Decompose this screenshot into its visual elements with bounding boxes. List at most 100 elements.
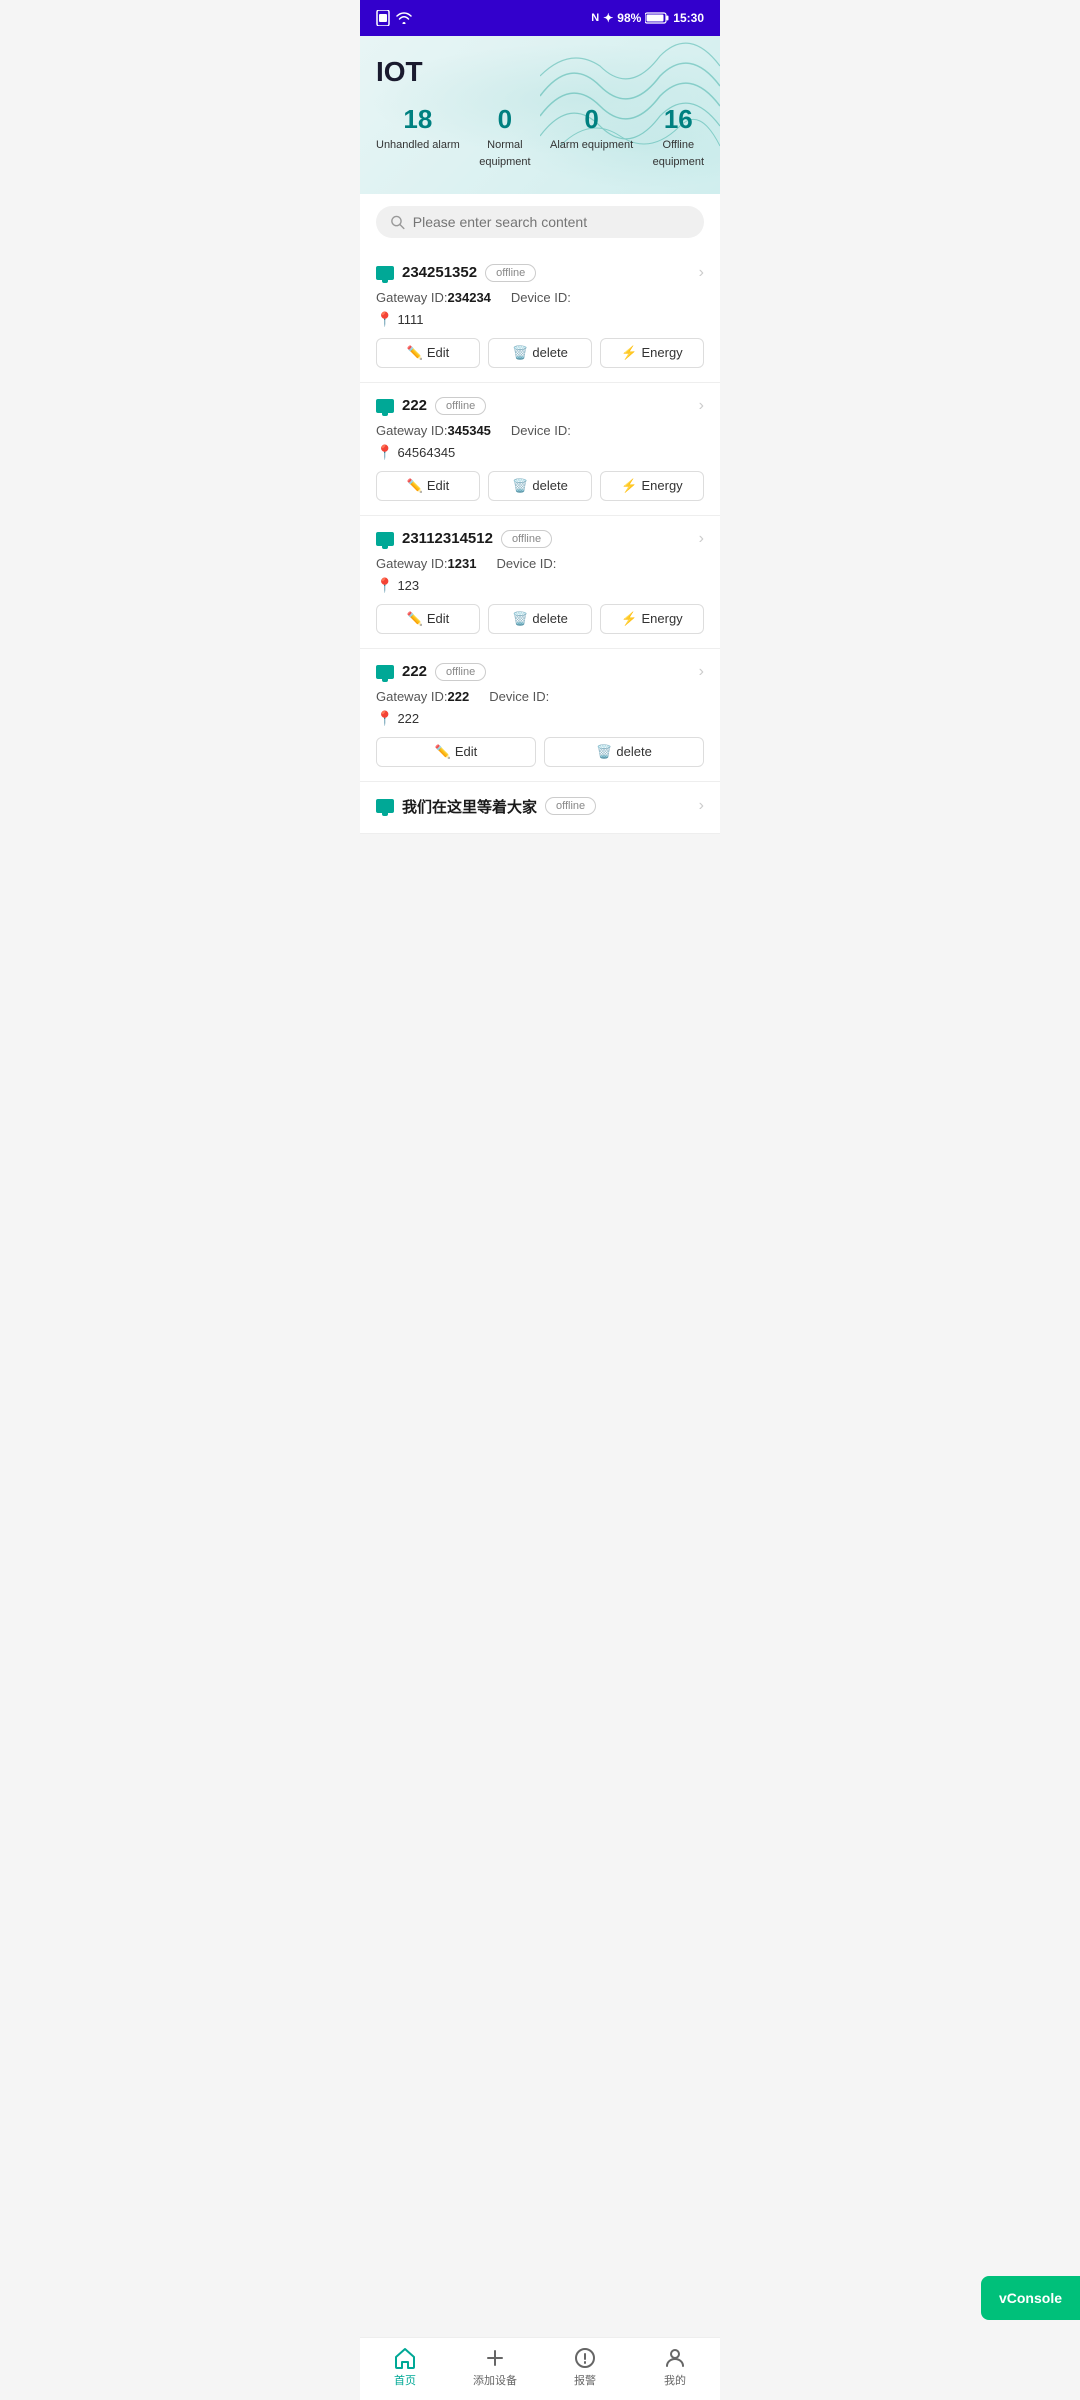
stat-unhandled-alarm: 18 Unhandled alarm — [376, 104, 460, 170]
device-name-3: 23112314512 — [402, 530, 493, 547]
edit-icon-4: ✏️ — [435, 744, 451, 760]
device-info-2: Gateway ID:345345 Device ID: — [376, 423, 704, 438]
delete-button-4[interactable]: 🗑️ delete — [544, 737, 704, 767]
delete-icon-2: 🗑️ — [512, 478, 528, 494]
edit-icon-1: ✏️ — [407, 345, 423, 361]
device-card-3: 23112314512 offline › Gateway ID:1231 De… — [360, 516, 720, 649]
location-icon-1: 📍 — [376, 311, 393, 328]
device-actions-1: ✏️ Edit 🗑️ delete ⚡ Energy — [376, 338, 704, 368]
user-icon — [663, 2346, 687, 2370]
device-location-1: 📍 1111 — [376, 311, 704, 328]
status-left — [376, 10, 412, 26]
stat-offline-equipment: 16 Offlineequipment — [653, 104, 704, 170]
search-input[interactable] — [413, 214, 690, 230]
delete-button-2[interactable]: 🗑️ delete — [488, 471, 592, 501]
device-location-4: 📍 222 — [376, 710, 704, 727]
device-actions-3: ✏️ Edit 🗑️ delete ⚡ Energy — [376, 604, 704, 634]
nav-profile-label: 我的 — [664, 2372, 686, 2388]
device-card-2: 222 offline › Gateway ID:345345 Device I… — [360, 383, 720, 516]
bluetooth-icon: ✦ — [603, 11, 613, 25]
wifi-icon — [396, 12, 412, 24]
stat-normal-equipment: 0 Normalequipment — [479, 104, 530, 170]
battery-percent: 98% — [617, 11, 641, 25]
nav-alarm-label: 报警 — [574, 2372, 596, 2388]
time-display: 15:30 — [673, 11, 704, 25]
device-location-2: 📍 64564345 — [376, 444, 704, 461]
energy-button-1[interactable]: ⚡ Energy — [600, 338, 704, 368]
nav-profile[interactable]: 我的 — [645, 2346, 705, 2388]
stat-alarm-equipment: 0 Alarm equipment — [550, 104, 633, 170]
location-icon-2: 📍 — [376, 444, 393, 461]
device-info-1: Gateway ID:234234 Device ID: — [376, 290, 704, 305]
search-icon — [390, 214, 405, 230]
plus-icon — [483, 2346, 507, 2370]
nav-home-label: 首页 — [394, 2372, 416, 2388]
nav-add-device-label: 添加设备 — [473, 2372, 517, 2388]
edit-button-1[interactable]: ✏️ Edit — [376, 338, 480, 368]
device-header-2: 222 offline › — [376, 397, 704, 415]
vconsole-button[interactable]: vConsole — [981, 2276, 1080, 2320]
nav-add-device[interactable]: 添加设备 — [465, 2346, 525, 2388]
battery-icon — [645, 12, 669, 24]
hero-section: IOT 18 Unhandled alarm 0 Normalequipment… — [360, 36, 720, 194]
location-icon-4: 📍 — [376, 710, 393, 727]
edit-icon-3: ✏️ — [407, 611, 423, 627]
location-icon-3: 📍 — [376, 577, 393, 594]
sim-icon — [376, 10, 390, 26]
delete-icon-4: 🗑️ — [596, 744, 612, 760]
nav-alarm[interactable]: 报警 — [555, 2346, 615, 2388]
home-icon — [393, 2346, 417, 2370]
delete-button-3[interactable]: 🗑️ delete — [488, 604, 592, 634]
energy-icon-3: ⚡ — [621, 611, 637, 627]
energy-button-3[interactable]: ⚡ Energy — [600, 604, 704, 634]
device-header-3: 23112314512 offline › — [376, 530, 704, 548]
device-info-4: Gateway ID:222 Device ID: — [376, 689, 704, 704]
device-icon-5 — [376, 799, 394, 813]
device-location-3: 📍 123 — [376, 577, 704, 594]
energy-icon-2: ⚡ — [621, 478, 637, 494]
search-box[interactable] — [376, 206, 704, 238]
bottom-spacer — [360, 834, 720, 904]
device-card-1: 234251352 offline › Gateway ID:234234 De… — [360, 250, 720, 383]
edit-button-2[interactable]: ✏️ Edit — [376, 471, 480, 501]
device-name-4: 222 — [402, 663, 427, 680]
edit-button-4[interactable]: ✏️ Edit — [376, 737, 536, 767]
alert-icon — [573, 2346, 597, 2370]
search-section — [360, 194, 720, 250]
status-badge-3: offline — [501, 530, 552, 548]
device-actions-2: ✏️ Edit 🗑️ delete ⚡ Energy — [376, 471, 704, 501]
chevron-right-3[interactable]: › — [699, 530, 704, 548]
status-badge-4: offline — [435, 663, 486, 681]
status-badge-2: offline — [435, 397, 486, 415]
device-icon-2 — [376, 399, 394, 413]
status-badge-1: offline — [485, 264, 536, 282]
device-card-4: 222 offline › Gateway ID:222 Device ID: … — [360, 649, 720, 782]
device-info-3: Gateway ID:1231 Device ID: — [376, 556, 704, 571]
chevron-right-1[interactable]: › — [699, 264, 704, 282]
device-list: 234251352 offline › Gateway ID:234234 De… — [360, 250, 720, 834]
nav-home[interactable]: 首页 — [375, 2346, 435, 2388]
chevron-right-4[interactable]: › — [699, 663, 704, 681]
edit-button-3[interactable]: ✏️ Edit — [376, 604, 480, 634]
chevron-right-5[interactable]: › — [699, 797, 704, 815]
bottom-nav: 首页 添加设备 报警 我的 — [360, 2337, 720, 2400]
device-icon-3 — [376, 532, 394, 546]
energy-icon-1: ⚡ — [621, 345, 637, 361]
device-icon-1 — [376, 266, 394, 280]
device-name-2: 222 — [402, 397, 427, 414]
edit-icon-2: ✏️ — [407, 478, 423, 494]
device-name-5: 我们在这里等着大家 — [402, 796, 537, 817]
status-bar: N ✦ 98% 15:30 — [360, 0, 720, 36]
hero-stats: 18 Unhandled alarm 0 Normalequipment 0 A… — [376, 104, 704, 170]
delete-button-1[interactable]: 🗑️ delete — [488, 338, 592, 368]
chevron-right-2[interactable]: › — [699, 397, 704, 415]
device-icon-4 — [376, 665, 394, 679]
device-header-1: 234251352 offline › — [376, 264, 704, 282]
device-header-4: 222 offline › — [376, 663, 704, 681]
device-header-5: 我们在这里等着大家 offline › — [376, 796, 704, 817]
status-badge-5: offline — [545, 797, 596, 815]
device-actions-4: ✏️ Edit 🗑️ delete — [376, 737, 704, 767]
status-right: N ✦ 98% 15:30 — [591, 11, 704, 25]
energy-button-2[interactable]: ⚡ Energy — [600, 471, 704, 501]
nfc-icon: N — [591, 12, 599, 24]
